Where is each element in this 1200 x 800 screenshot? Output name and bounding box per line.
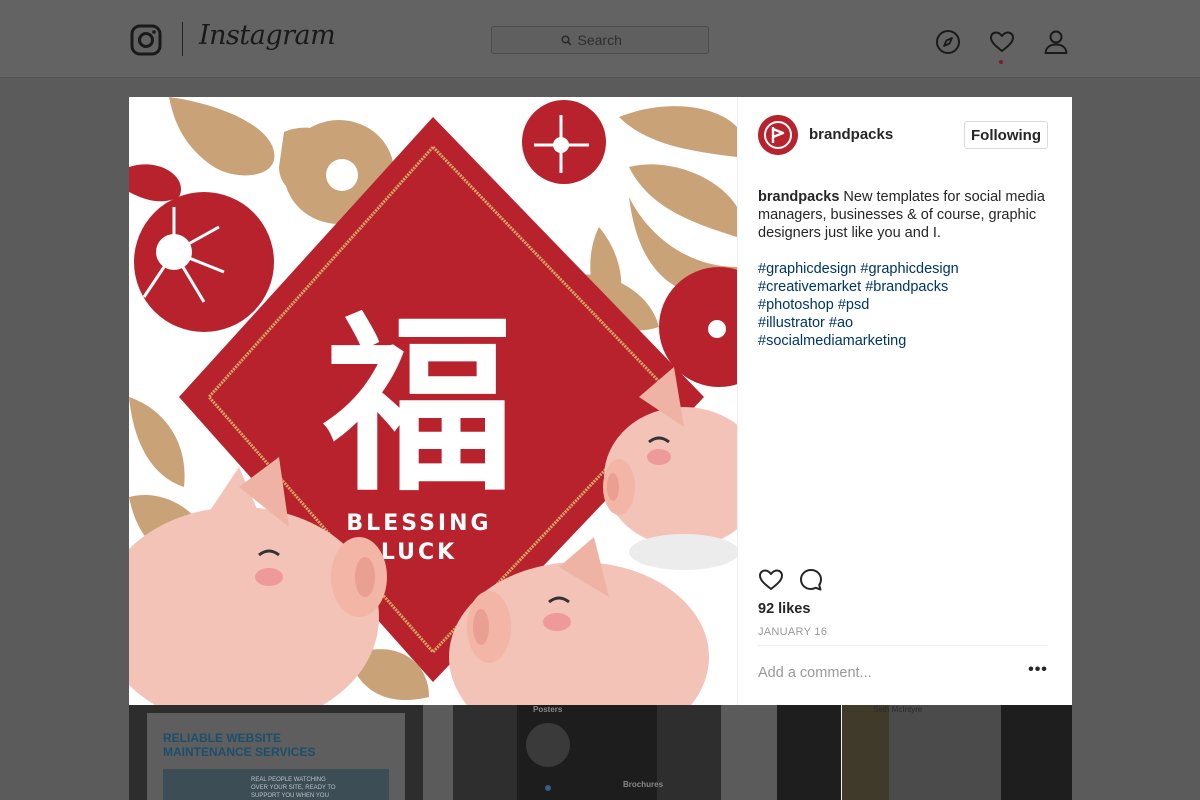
tile-blurb: REAL PEOPLE WATCHING OVER YOUR SITE, REA… xyxy=(251,777,336,799)
logo-divider xyxy=(182,22,183,56)
document-icon xyxy=(526,723,570,767)
profile-icon[interactable] xyxy=(1043,29,1069,55)
tile-label-brochures: Brochures xyxy=(623,780,664,789)
notification-dot xyxy=(999,60,1003,64)
hashtag-link[interactable]: #creativemarket xyxy=(758,279,861,295)
add-comment-input[interactable] xyxy=(758,662,1008,684)
hashtag-link[interactable]: #psd xyxy=(838,297,869,313)
compass-icon[interactable] xyxy=(935,29,961,55)
tile-dot xyxy=(545,785,551,791)
hashtag-link[interactable]: #illustrator xyxy=(758,315,825,331)
like-heart-icon[interactable] xyxy=(758,567,784,593)
headline-line2: LUCK xyxy=(381,540,457,565)
tile-document-sidebar xyxy=(841,705,889,800)
comment-divider xyxy=(758,645,1048,646)
search-input[interactable] xyxy=(577,32,640,48)
instagram-wordmark[interactable]: Instagram xyxy=(199,20,336,51)
post-actions xyxy=(758,567,858,593)
avatar[interactable] xyxy=(758,115,798,155)
tile-resume-name: Seth McIntyre xyxy=(873,705,923,714)
hashtag-link[interactable]: #ao xyxy=(829,315,853,331)
heart-icon[interactable] xyxy=(989,29,1015,55)
post-caption: brandpacks New templates for social medi… xyxy=(758,188,1053,242)
caption-author[interactable]: brandpacks xyxy=(758,189,839,205)
comment-icon[interactable] xyxy=(798,567,824,593)
tile-label-posters: Posters xyxy=(533,705,563,714)
hashtag-line: #photoshop #psd xyxy=(758,296,1053,314)
post-modal: 福 BLESSING LUCK brandpacks Following bra… xyxy=(129,97,1072,705)
search-icon xyxy=(560,34,572,46)
hashtag-link[interactable]: #photoshop xyxy=(758,297,834,313)
search-box[interactable] xyxy=(491,26,709,54)
chinese-new-year-illustration: 福 BLESSING LUCK xyxy=(129,97,737,705)
likes-count[interactable]: 92 likes xyxy=(758,601,810,617)
author-username[interactable]: brandpacks xyxy=(809,126,893,143)
headline-line1: BLESSING xyxy=(346,511,491,536)
hashtag-line: #illustrator #ao xyxy=(758,314,1053,332)
post-header: brandpacks Following xyxy=(758,115,1048,155)
grid-tile-website-maintenance[interactable]: RELIABLE WEBSITE MAINTENANCE SERVICES RE… xyxy=(129,705,423,800)
hashtag-line: #socialmediamarketing xyxy=(758,332,1053,350)
grid-tile-resume[interactable]: Seth McIntyre xyxy=(777,705,1072,800)
tile-title-line2: MAINTENANCE SERVICES xyxy=(163,745,316,759)
hashtag-link[interactable]: #socialmediamarketing xyxy=(758,333,906,349)
post-sidebar: brandpacks Following brandpacks New temp… xyxy=(737,97,1072,705)
instagram-camera-icon[interactable] xyxy=(130,24,162,56)
following-button[interactable]: Following xyxy=(964,121,1048,149)
post-image[interactable]: 福 BLESSING LUCK xyxy=(129,97,737,705)
tile-title-line1: RELIABLE WEBSITE xyxy=(163,731,282,745)
tile-card: RELIABLE WEBSITE MAINTENANCE SERVICES RE… xyxy=(147,713,405,800)
hashtag-line: #graphicdesign #graphicdesign xyxy=(758,260,1053,278)
hashtag-line: #creativemarket #brandpacks xyxy=(758,278,1053,296)
hashtag-list: #graphicdesign #graphicdesign #creativem… xyxy=(758,260,1053,350)
post-date: JANUARY 16 xyxy=(758,626,828,638)
grid-tile-posters[interactable]: Posters Brochures xyxy=(453,705,721,800)
top-navigation-bar: Instagram xyxy=(0,0,1200,78)
fu-glyph: 福 xyxy=(323,296,514,517)
hashtag-link[interactable]: #graphicdesign xyxy=(758,261,856,277)
hashtag-link[interactable]: #brandpacks xyxy=(865,279,948,295)
hashtag-link[interactable]: #graphicdesign xyxy=(860,261,958,277)
tile-document xyxy=(841,705,1001,800)
more-options-button[interactable]: ••• xyxy=(1026,662,1050,683)
